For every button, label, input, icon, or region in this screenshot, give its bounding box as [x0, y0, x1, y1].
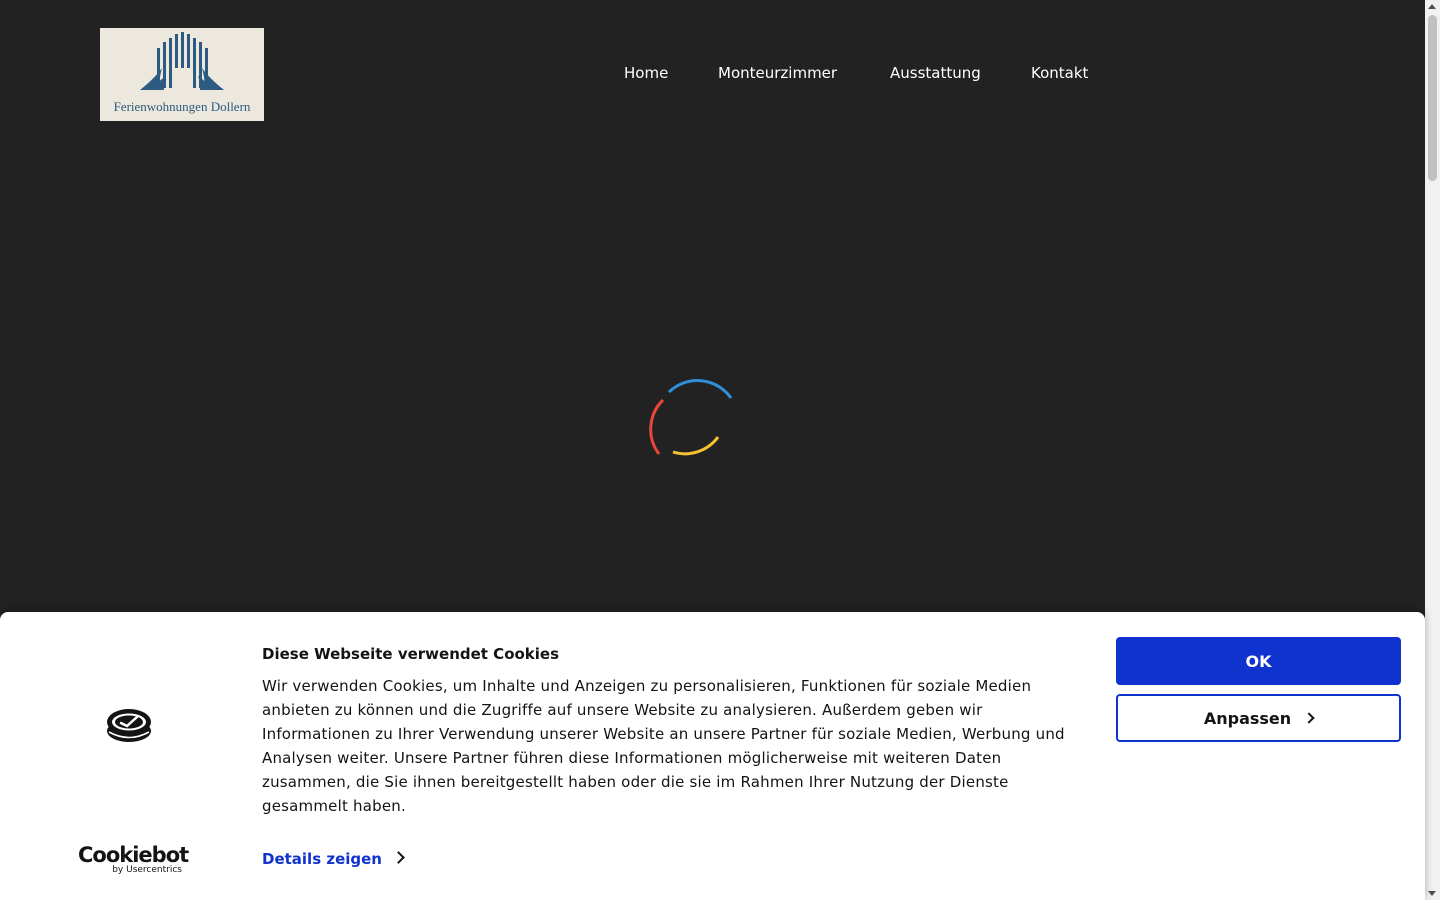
scroll-down-icon[interactable] — [1428, 891, 1436, 896]
show-details-label: Details zeigen — [262, 850, 382, 868]
site-logo[interactable]: Ferienwohnungen Dollern — [100, 28, 264, 121]
chevron-right-icon — [1303, 711, 1315, 724]
ok-button[interactable]: OK — [1116, 637, 1401, 685]
cookie-consent-banner: Cookiebot by Usercentrics Diese Webseite… — [0, 612, 1425, 900]
nav-item-home[interactable]: Home — [624, 62, 668, 84]
cookie-banner-text: Wir verwenden Cookies, um Inhalte und An… — [262, 677, 1065, 815]
logo-text: Ferienwohnungen Dollern — [113, 99, 251, 114]
page-scrollbar[interactable] — [1425, 0, 1440, 900]
loading-spinner-icon — [649, 379, 733, 456]
cookiebot-logo-icon — [107, 709, 151, 742]
nav-item-kontakt[interactable]: Kontakt — [1031, 62, 1088, 84]
nav-item-ausstattung[interactable]: Ausstattung — [890, 62, 981, 84]
customize-button[interactable]: Anpassen — [1116, 694, 1401, 742]
customize-button-label: Anpassen — [1203, 708, 1292, 728]
cookie-banner-title: Diese Webseite verwendet Cookies — [262, 645, 560, 663]
scrollbar-thumb[interactable] — [1428, 15, 1437, 181]
chevron-right-icon — [392, 851, 405, 864]
cookiebot-brand-name: Cookiebot — [78, 843, 189, 867]
cookiebot-brand[interactable]: Cookiebot by Usercentrics — [78, 843, 189, 875]
show-details-link[interactable]: Details zeigen — [262, 850, 405, 868]
scroll-up-icon[interactable] — [1428, 4, 1436, 9]
nav-item-monteurzimmer[interactable]: Monteurzimmer — [718, 62, 837, 84]
